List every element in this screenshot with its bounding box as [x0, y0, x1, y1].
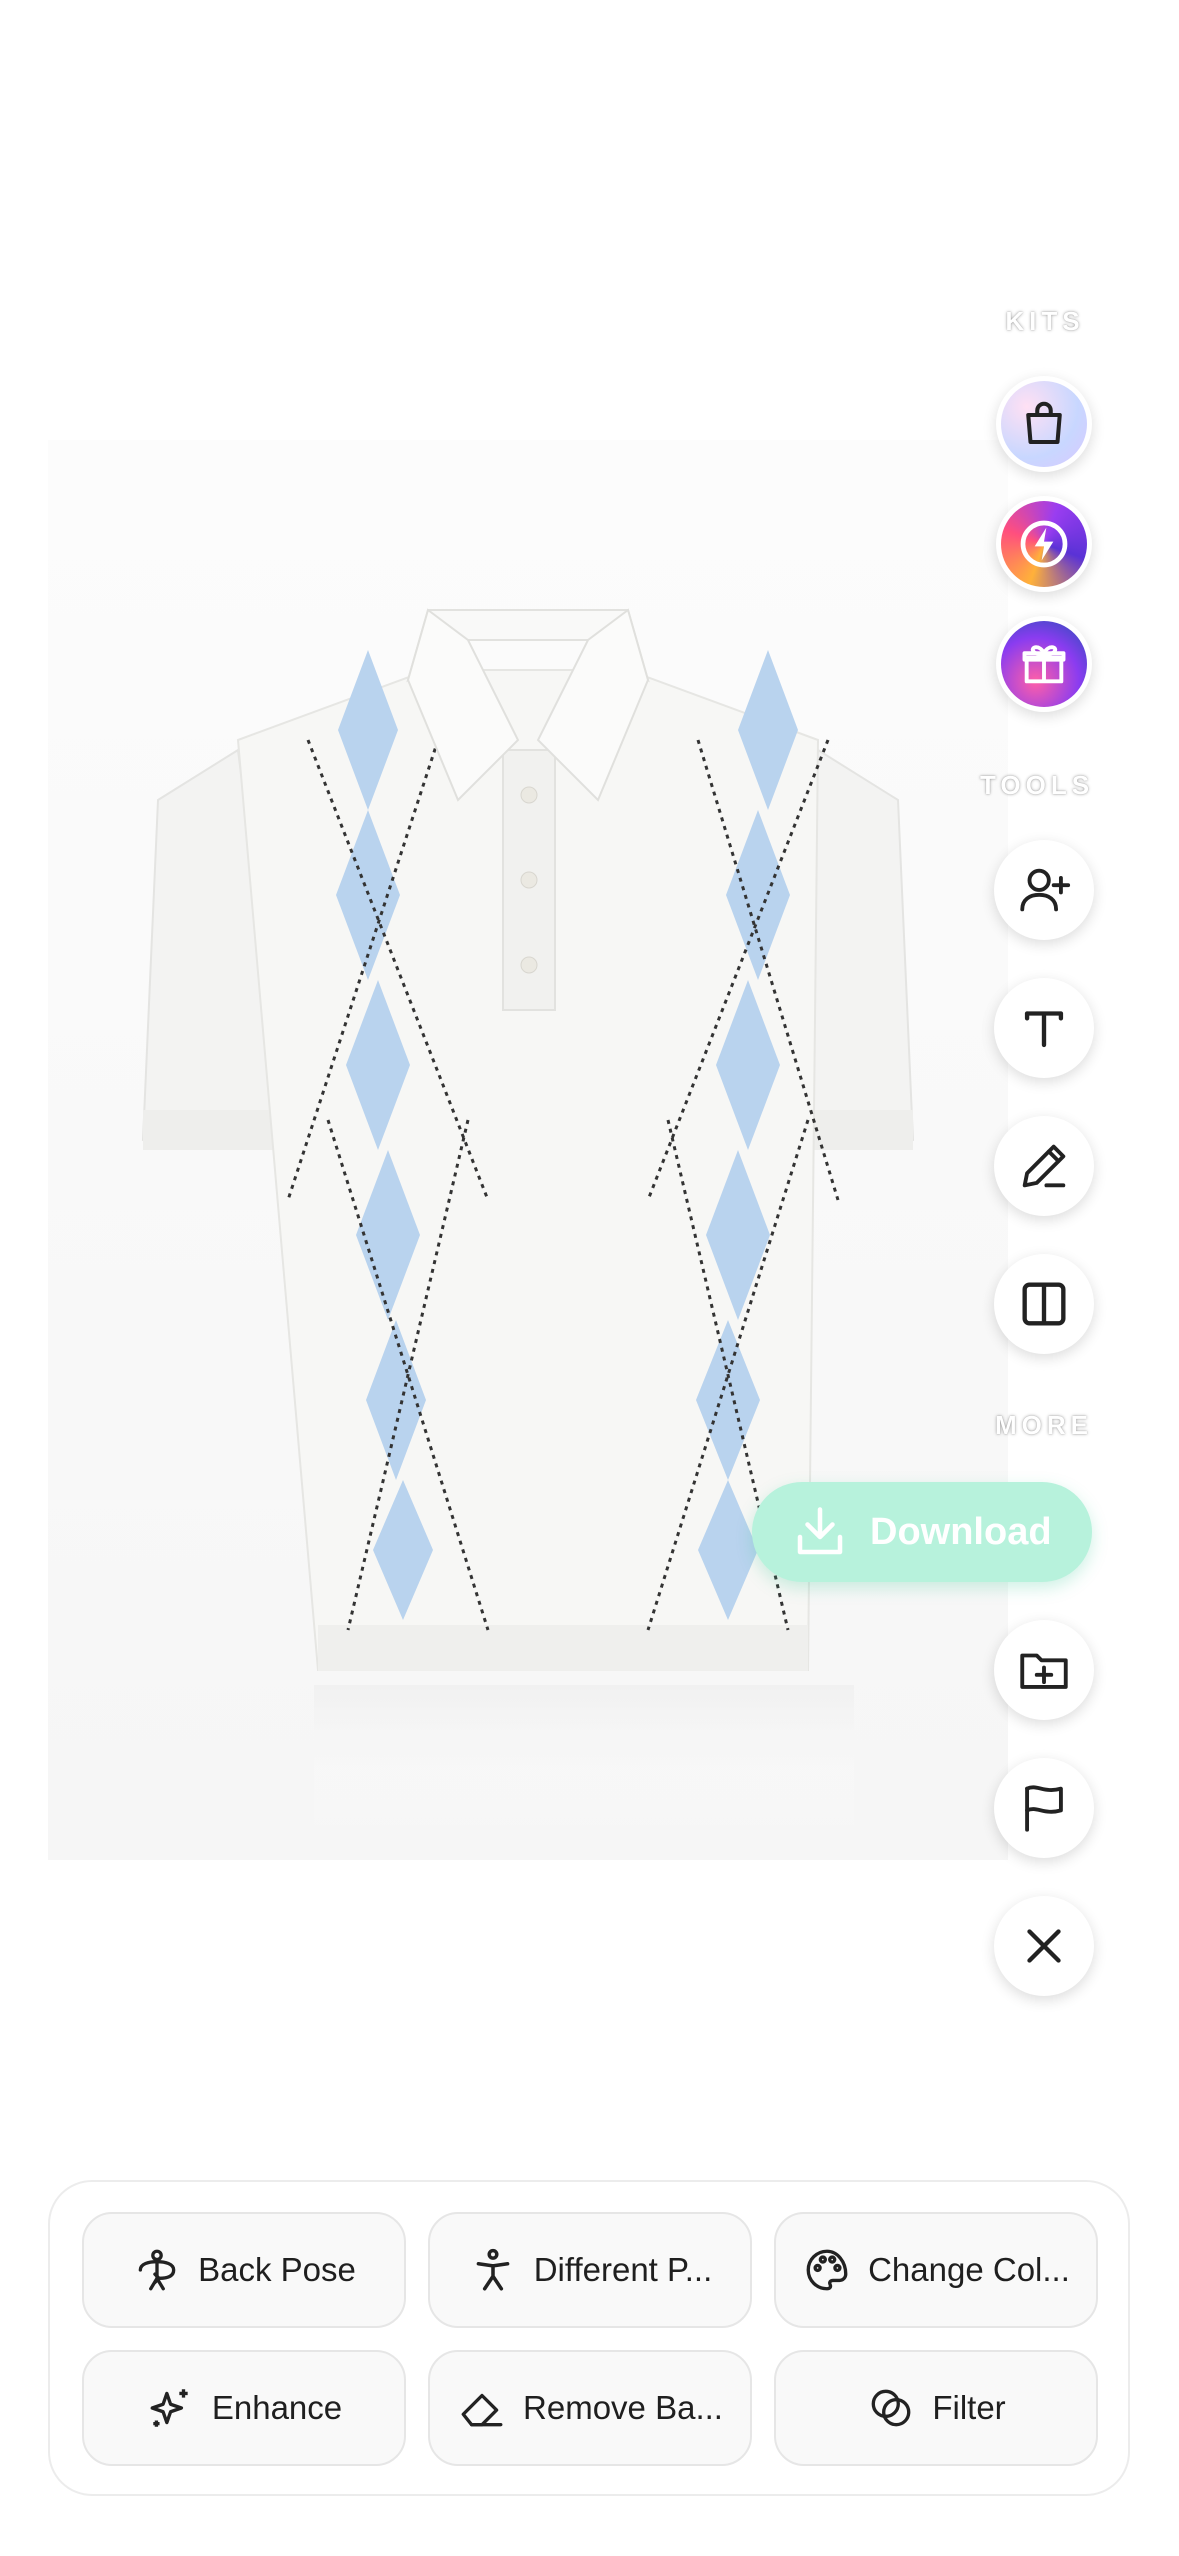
gift-icon [1022, 645, 1066, 684]
flag-button[interactable] [994, 1758, 1094, 1858]
different-pose-label: Different P... [533, 2251, 713, 2288]
download-label: Download [870, 1510, 1052, 1553]
more-section-label: MORE [995, 1410, 1093, 1440]
folder-add-icon [1020, 1653, 1068, 1689]
filter-circles-icon [871, 2389, 911, 2427]
download-icon [797, 1507, 843, 1555]
back-pose-button[interactable]: Back Pose [82, 2212, 406, 2328]
add-to-folder-button[interactable] [994, 1620, 1094, 1720]
product-image [48, 440, 1008, 1860]
tools-section-label: TOOLS [979, 770, 1095, 800]
argyle-polo-shirt-image [141, 608, 915, 1835]
text-icon [1024, 1011, 1064, 1048]
add-person-icon [1020, 868, 1071, 912]
person-pose-icon [476, 2248, 510, 2291]
back-pose-label: Back Pose [198, 2251, 356, 2288]
sparkle-icon [150, 2389, 188, 2427]
enhance-label: Enhance [211, 2389, 343, 2426]
lightning-bolt-icon [1020, 520, 1068, 568]
change-color-label: Change Col... [868, 2251, 1070, 2288]
remove-background-label: Remove Ba... [523, 2389, 723, 2426]
filter-label: Filter [932, 2389, 1006, 2426]
action-panel: Back Pose Different P... Change Col... E… [48, 2180, 1130, 2496]
close-button[interactable] [994, 1896, 1094, 1996]
shopping-bag-icon [1026, 401, 1062, 445]
pencil-icon [1022, 1144, 1066, 1188]
kit-gift-button[interactable] [996, 616, 1092, 712]
different-pose-button[interactable]: Different P... [428, 2212, 752, 2328]
filter-button[interactable]: Filter [774, 2350, 1098, 2466]
enhance-button[interactable]: Enhance [82, 2350, 406, 2466]
eraser-icon [461, 2393, 503, 2427]
add-person-button[interactable] [994, 840, 1094, 940]
kit-lightning-button[interactable] [996, 496, 1092, 592]
kit-shopping-bag-button[interactable] [996, 376, 1092, 472]
pencil-tool-button[interactable] [994, 1116, 1094, 1216]
kits-section-label: KITS [1005, 306, 1085, 336]
split-panel-button[interactable] [994, 1254, 1094, 1354]
download-button[interactable]: Download [752, 1482, 1092, 1582]
text-tool-button[interactable] [994, 978, 1094, 1078]
rotate-person-icon [138, 2249, 176, 2291]
palette-icon [806, 2249, 848, 2291]
remove-background-button[interactable]: Remove Ba... [428, 2350, 752, 2466]
close-icon [1027, 1929, 1061, 1963]
change-color-button[interactable]: Change Col... [774, 2212, 1098, 2328]
flag-icon [1025, 1785, 1063, 1832]
split-panel-icon [1022, 1282, 1066, 1326]
